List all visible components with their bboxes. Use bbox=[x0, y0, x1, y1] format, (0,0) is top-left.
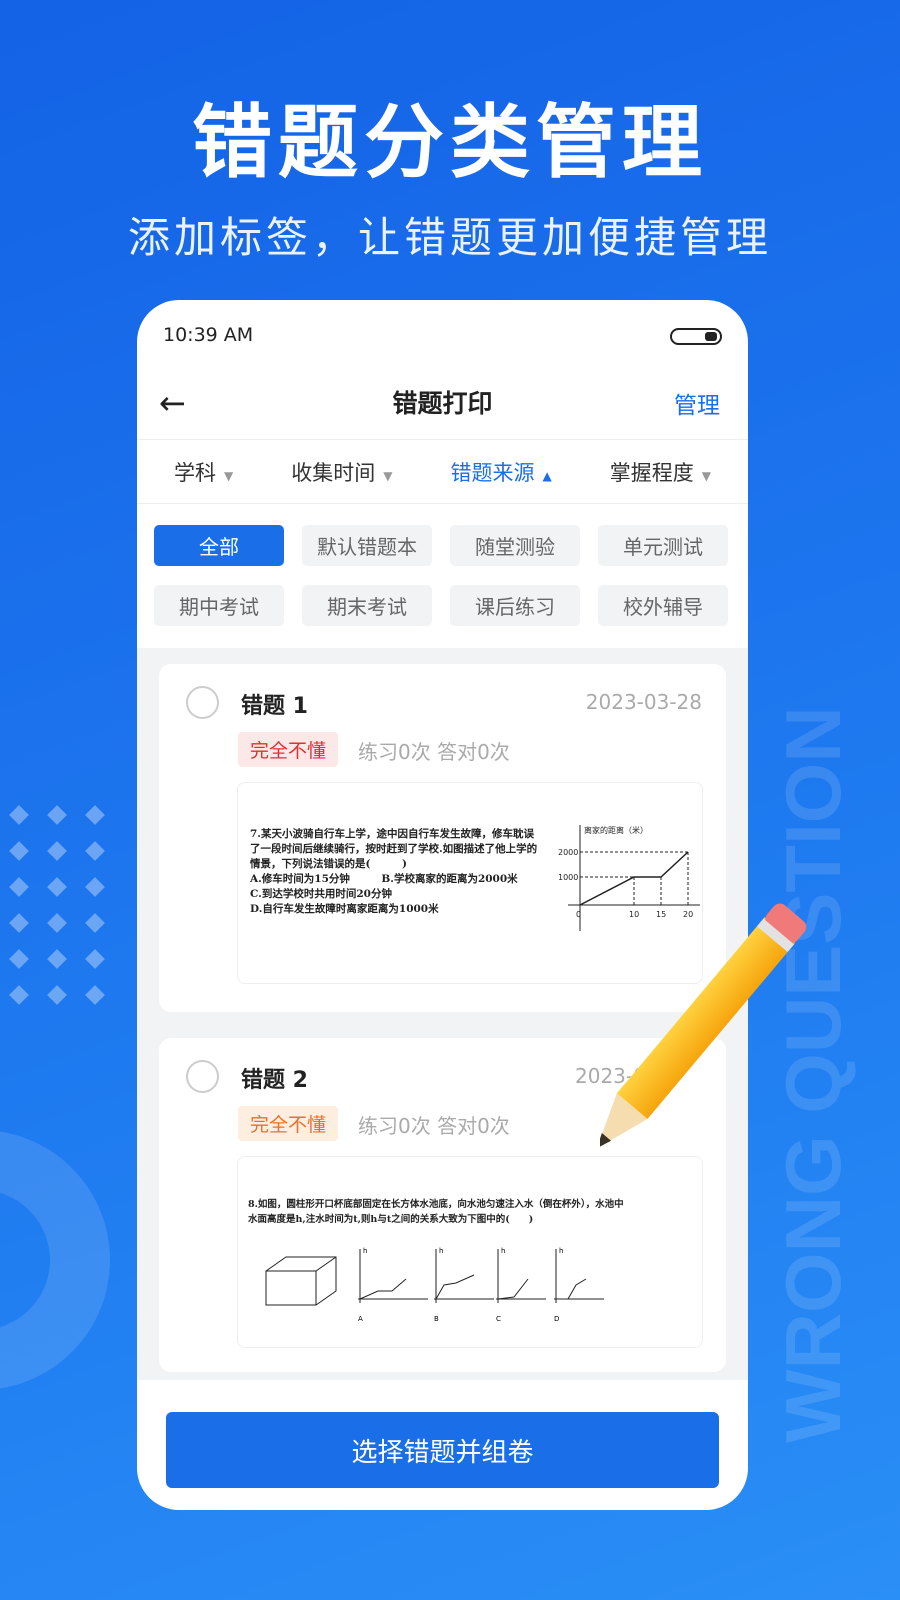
svg-text:A: A bbox=[358, 1315, 363, 1323]
svg-text:D: D bbox=[554, 1315, 559, 1323]
question-image: 8.如图，圆柱形开口杯底部固定在长方体水池底，向水池匀速注入水（倒在杯外），水池… bbox=[237, 1156, 703, 1348]
question-title: 错题 2 bbox=[241, 1068, 308, 1093]
caret-down-icon: ▼ bbox=[383, 468, 393, 483]
svg-text:离家的距离（米）: 离家的距离（米） bbox=[584, 825, 648, 835]
chip-tutoring[interactable]: 校外辅导 bbox=[598, 585, 728, 626]
decorative-dots bbox=[9, 805, 105, 1005]
caret-down-icon: ▼ bbox=[224, 468, 234, 483]
pencil-icon bbox=[600, 903, 807, 1149]
chip-default-book[interactable]: 默认错题本 bbox=[302, 525, 432, 566]
practice-stats: 练习0次 答对0次 bbox=[358, 1114, 510, 1138]
question-title: 错题 1 bbox=[241, 694, 308, 719]
chip-final[interactable]: 期末考试 bbox=[302, 585, 432, 626]
svg-text:h: h bbox=[363, 1247, 367, 1255]
caret-up-icon: ▲ bbox=[542, 468, 552, 483]
decorative-ring bbox=[0, 1131, 110, 1389]
filter-mastery[interactable]: 掌握程度 ▼ bbox=[610, 457, 711, 487]
filter-bar: 学科 ▼ 收集时间 ▼ 错题来源 ▲ 掌握程度 ▼ bbox=[137, 440, 748, 504]
svg-text:0: 0 bbox=[576, 910, 581, 919]
question-date: 2023-03-28 bbox=[585, 690, 702, 714]
filter-collect-time[interactable]: 收集时间 ▼ bbox=[291, 457, 392, 487]
svg-text:h: h bbox=[559, 1247, 563, 1255]
battery-icon bbox=[670, 328, 722, 345]
svg-text:2000: 2000 bbox=[558, 848, 578, 857]
svg-text:B: B bbox=[434, 1315, 439, 1323]
hero-title: 错题分类管理 bbox=[192, 96, 708, 189]
filter-subject[interactable]: 学科 ▼ bbox=[174, 457, 233, 487]
compose-paper-button[interactable]: 选择错题并组卷 bbox=[166, 1412, 719, 1488]
nav-bar: ← 错题打印 管理 bbox=[137, 370, 748, 440]
chip-class-quiz[interactable]: 随堂测验 bbox=[450, 525, 580, 566]
page-title: 错题打印 bbox=[392, 389, 493, 418]
caret-down-icon: ▼ bbox=[701, 468, 711, 483]
svg-text:1000: 1000 bbox=[558, 873, 578, 882]
chip-homework[interactable]: 课后练习 bbox=[450, 585, 580, 626]
hero-subtitle: 添加标签，让错题更加便捷管理 bbox=[127, 213, 772, 262]
filter-source[interactable]: 错题来源 ▲ bbox=[451, 457, 552, 487]
manage-button[interactable]: 管理 bbox=[674, 386, 720, 420]
status-time: 10:39 AM bbox=[163, 324, 254, 346]
chip-midterm[interactable]: 期中考试 bbox=[154, 585, 284, 626]
select-checkbox[interactable] bbox=[186, 686, 219, 719]
select-checkbox[interactable] bbox=[186, 1060, 219, 1093]
source-chips: 全部 默认错题本 随堂测验 单元测试 期中考试 期末考试 课后练习 校外辅导 bbox=[154, 525, 728, 626]
svg-text:C: C bbox=[496, 1315, 501, 1323]
mastery-tag: 完全不懂 bbox=[238, 732, 339, 767]
svg-text:h: h bbox=[501, 1247, 505, 1255]
chip-unit-test[interactable]: 单元测试 bbox=[598, 525, 728, 566]
chip-all[interactable]: 全部 bbox=[154, 525, 284, 566]
water-level-graphs: h A h B h C h D bbox=[265, 1247, 604, 1323]
svg-text:h: h bbox=[439, 1247, 443, 1255]
practice-stats: 练习0次 答对0次 bbox=[358, 740, 510, 764]
mastery-tag: 完全不懂 bbox=[238, 1106, 339, 1141]
